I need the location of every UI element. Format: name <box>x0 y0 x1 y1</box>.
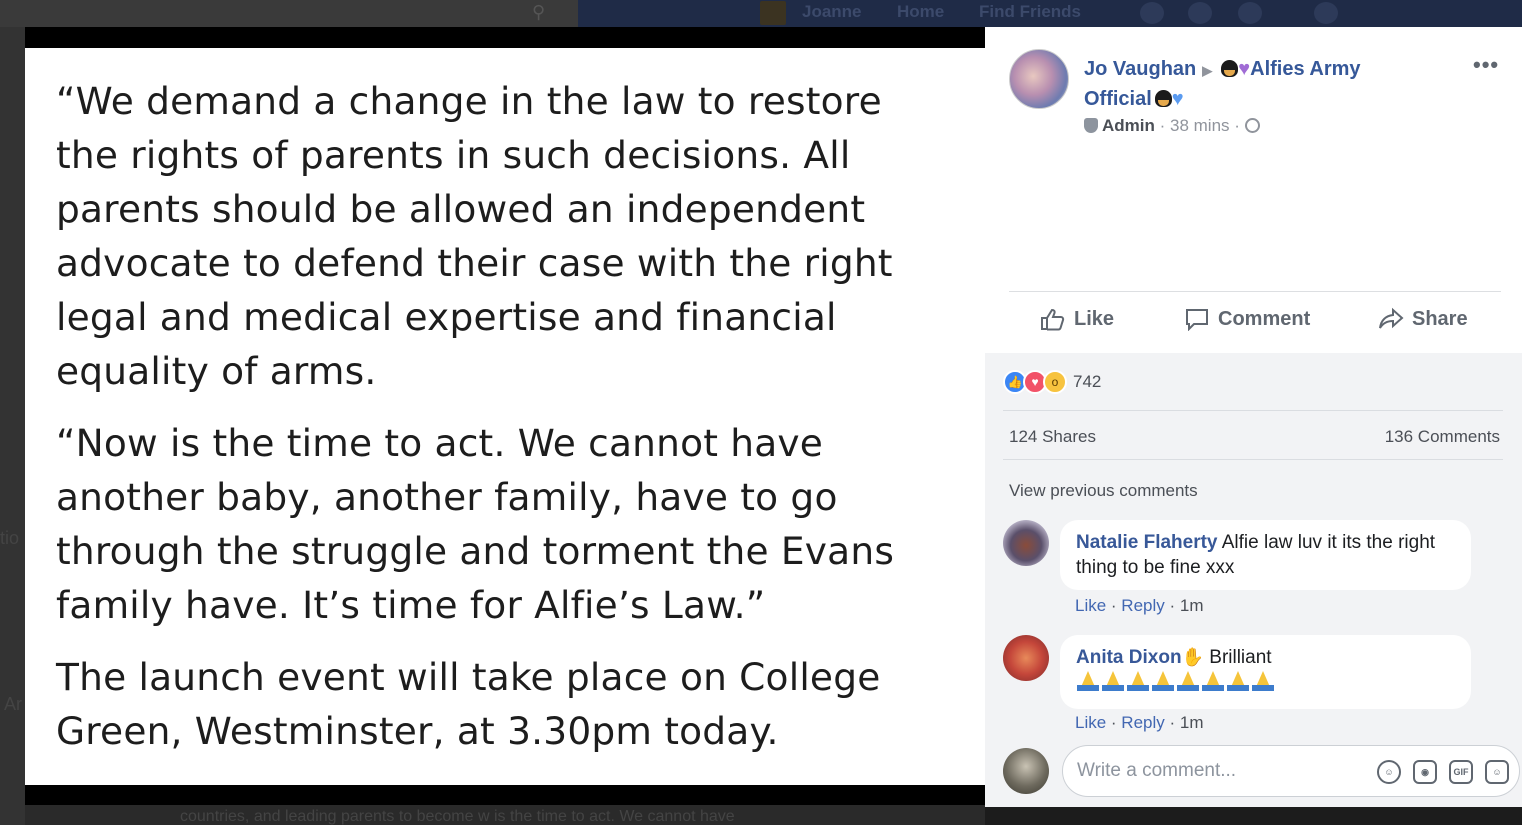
background-user-avatar <box>760 1 786 25</box>
role-badge: Admin <box>1102 116 1155 135</box>
guard-emoji-icon <box>1154 90 1172 107</box>
post-actions: Like Comment Share <box>1009 302 1501 342</box>
thumbs-up-icon <box>1041 308 1065 331</box>
shares-count[interactable]: 124 Shares <box>1009 427 1096 447</box>
waving-hand-icon: ✋ <box>1181 647 1204 667</box>
friend-requests-icon <box>1140 2 1164 24</box>
comment-meta: Like · Reply · 1m <box>1075 713 1204 732</box>
admin-shield-icon <box>1084 118 1098 133</box>
praying-hands-icon <box>1101 670 1125 692</box>
blue-heart-icon: ♥ <box>1171 88 1184 110</box>
messages-icon <box>1188 2 1212 24</box>
speech-bubble-icon <box>1186 309 1208 331</box>
comments-count[interactable]: 136 Comments <box>1385 427 1500 447</box>
sticker-icon[interactable]: ☺ <box>1485 760 1509 784</box>
comment-time[interactable]: 1m <box>1180 596 1204 615</box>
share-label: Share <box>1412 307 1468 330</box>
comment-like-link[interactable]: Like <box>1075 596 1106 615</box>
reactions-summary[interactable]: 👍 ♥ o 742 <box>1003 370 1101 394</box>
help-icon <box>1314 2 1338 24</box>
comment-reply-link[interactable]: Reply <box>1121 713 1164 732</box>
background-bottom-text: countries, and leading parents to become… <box>180 808 735 825</box>
commenter-avatar[interactable] <box>1003 520 1049 566</box>
emoji-icon[interactable]: ☺ <box>1377 760 1401 784</box>
reactions-count: 742 <box>1073 372 1102 391</box>
praying-hands-icon <box>1076 670 1100 692</box>
more-options-icon[interactable]: ••• <box>1473 52 1499 78</box>
praying-hands-icon <box>1201 670 1225 692</box>
photo-paragraph-3: The launch event will take place on Coll… <box>56 655 881 753</box>
purple-heart-icon: ♥ <box>1238 58 1251 80</box>
comment-text: Brilliant <box>1209 647 1272 668</box>
wow-reaction-icon: o <box>1043 370 1067 394</box>
share-arrow-icon <box>1379 307 1404 329</box>
praying-hands-icon <box>1126 670 1150 692</box>
notifications-icon <box>1238 2 1262 24</box>
comment-bubble: Anita Dixon✋ Brilliant <box>1060 635 1471 709</box>
commenter-name[interactable]: Anita Dixon <box>1076 647 1182 668</box>
background-search-bar <box>0 0 578 27</box>
post-time[interactable]: 38 mins <box>1170 116 1230 135</box>
praying-hands-emoji-row <box>1076 673 1276 694</box>
post-author-line: Jo Vaughan ▶ ♥Alfies Army Official ♥ <box>1084 55 1414 114</box>
comment-composer: Write a comment... ☺ ◉ GIF ☺ <box>1003 745 1520 797</box>
triangle-right-icon: ▶ <box>1202 63 1213 78</box>
search-icon: ⚲ <box>532 2 546 22</box>
camera-icon[interactable]: ◉ <box>1413 760 1437 784</box>
background-nav-home: Home <box>897 2 945 21</box>
background-text-fragment: tio <box>0 528 20 548</box>
comment-input[interactable]: Write a comment... ☺ ◉ GIF ☺ <box>1062 745 1520 797</box>
divider <box>1009 291 1501 292</box>
view-previous-comments-link[interactable]: View previous comments <box>1009 481 1198 501</box>
praying-hands-icon <box>1226 670 1250 692</box>
author-avatar[interactable] <box>1009 49 1069 109</box>
commenter-avatar[interactable] <box>1003 635 1049 681</box>
like-button[interactable]: Like <box>1040 307 1114 331</box>
comment-input-placeholder: Write a comment... <box>1077 760 1237 781</box>
viewer-avatar <box>1003 748 1049 794</box>
photo-paragraph-1: “We demand a change in the law to restor… <box>56 79 893 393</box>
share-button[interactable]: Share <box>1378 307 1468 331</box>
photo-paragraph-2: “Now is the time to act. We cannot have … <box>56 421 895 627</box>
divider <box>1003 410 1503 411</box>
praying-hands-icon <box>1151 670 1175 692</box>
author-name[interactable]: Jo Vaughan <box>1084 58 1196 80</box>
post-photo[interactable]: “We demand a change in the law to restor… <box>25 48 985 785</box>
comment-label: Comment <box>1218 307 1311 330</box>
guard-emoji-icon <box>1221 60 1239 77</box>
gif-icon[interactable]: GIF <box>1449 760 1473 784</box>
like-label: Like <box>1074 307 1115 330</box>
comment-bubble: Natalie Flaherty Alfie law luv it its th… <box>1060 520 1471 590</box>
background-nav-user: Joanne <box>802 2 862 21</box>
divider <box>1003 459 1503 460</box>
comment-reply-link[interactable]: Reply <box>1121 596 1164 615</box>
praying-hands-icon <box>1176 670 1200 692</box>
comment-like-link[interactable]: Like <box>1075 713 1106 732</box>
comment-button[interactable]: Comment <box>1184 307 1310 331</box>
globe-icon[interactable] <box>1244 118 1260 133</box>
post-meta: Admin · 38 mins · <box>1084 116 1260 136</box>
comment-meta: Like · Reply · 1m <box>1075 596 1204 615</box>
post-side-panel: Jo Vaughan ▶ ♥Alfies Army Official ♥ Admin … <box>985 27 1522 807</box>
background-nav-find-friends: Find Friends <box>979 2 1081 21</box>
comment-time[interactable]: 1m <box>1180 713 1204 732</box>
praying-hands-icon <box>1251 670 1275 692</box>
background-text-fragment: Ar <box>4 694 22 714</box>
composer-icons: ☺ ◉ GIF ☺ <box>1377 760 1509 784</box>
commenter-name[interactable]: Natalie Flaherty <box>1076 532 1218 553</box>
